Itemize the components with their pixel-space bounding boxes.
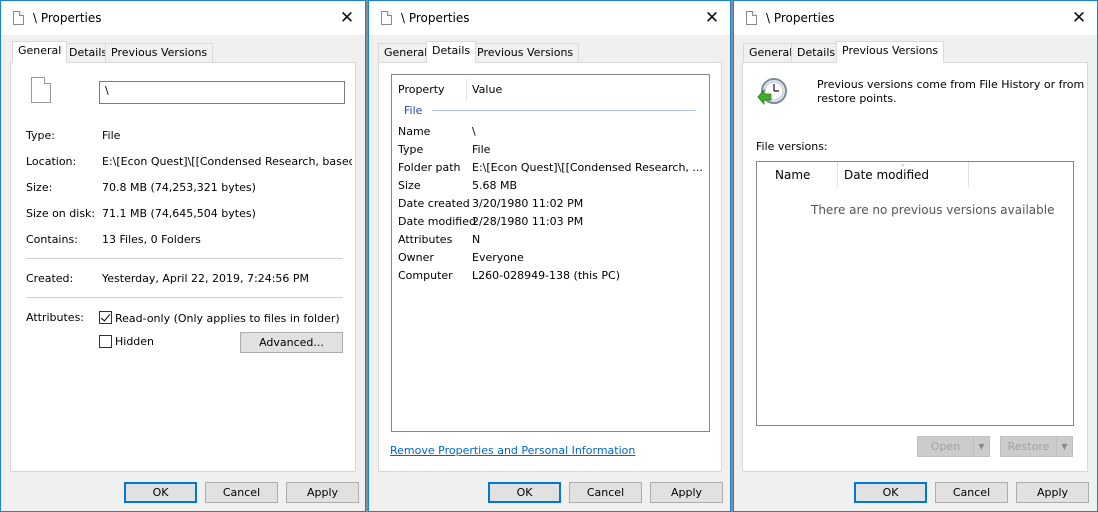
- advanced-button[interactable]: Advanced...: [240, 332, 343, 353]
- properties-dialog-general: \ Properties ✕ General Details Previous …: [0, 0, 366, 512]
- location-label: Location:: [26, 155, 77, 168]
- type-label: Type:: [26, 129, 55, 142]
- tab-previous-versions[interactable]: Previous Versions: [105, 43, 214, 63]
- file-versions-list[interactable]: Name Date modified ⌄ There are no previo…: [756, 160, 1074, 426]
- detail-value: 3/20/1980 11:02 PM: [472, 197, 584, 210]
- detail-label: Date created: [398, 197, 470, 210]
- size-on-disk-label: Size on disk:: [26, 207, 96, 220]
- chevron-down-icon[interactable]: ▼: [973, 437, 989, 456]
- file-large-icon: [31, 77, 51, 103]
- column-divider: [466, 79, 467, 101]
- contains-value: 13 Files, 0 Folders: [102, 233, 201, 246]
- column-divider: [968, 162, 969, 187]
- divider: [26, 297, 343, 298]
- open-button[interactable]: Open ▼: [917, 436, 990, 457]
- general-panel: \ Type: File Location: E:\[Econ Quest]\[…: [10, 62, 356, 472]
- created-value: Yesterday, April 22, 2019, 7:24:56 PM: [102, 272, 310, 285]
- title-bar[interactable]: \ Properties ✕: [369, 1, 730, 35]
- detail-label: Folder path: [398, 161, 461, 174]
- size-on-disk-value: 71.1 MB (74,645,504 bytes): [102, 207, 256, 220]
- attributes-label: Attributes:: [26, 311, 85, 324]
- detail-value: File: [472, 143, 491, 156]
- empty-state-text: There are no previous versions available: [811, 203, 1055, 217]
- detail-label: Owner: [398, 251, 434, 264]
- group-header-file: File: [404, 104, 423, 117]
- close-icon[interactable]: ✕: [333, 5, 361, 31]
- contains-label: Contains:: [26, 233, 78, 246]
- info-text-line1: Previous versions come from File History…: [817, 78, 1085, 91]
- detail-value: 2/28/1980 11:03 PM: [472, 215, 584, 228]
- restore-clock-icon: [757, 78, 787, 106]
- file-icon: [746, 11, 757, 25]
- group-divider: [432, 110, 696, 111]
- apply-button[interactable]: Apply: [650, 482, 723, 503]
- tab-previous-versions[interactable]: Previous Versions: [471, 43, 580, 63]
- chevron-down-icon[interactable]: ▼: [1056, 437, 1072, 456]
- tab-details[interactable]: Details: [426, 41, 477, 63]
- open-button-label: Open: [930, 440, 961, 453]
- detail-label: Name: [398, 125, 431, 138]
- size-label: Size:: [26, 181, 53, 194]
- cancel-button[interactable]: Cancel: [935, 482, 1008, 503]
- readonly-label: Read-only (Only applies to files in fold…: [115, 312, 340, 325]
- restore-button[interactable]: Restore ▼: [1000, 436, 1073, 457]
- detail-value: N: [472, 233, 481, 246]
- properties-list[interactable]: Property Value File Name \ Type File Fol…: [391, 74, 710, 432]
- cancel-button[interactable]: Cancel: [205, 482, 278, 503]
- info-text-line2: restore points.: [817, 92, 897, 105]
- detail-label: Type: [398, 143, 424, 156]
- ok-button[interactable]: OK: [124, 482, 197, 503]
- previous-versions-panel: Previous versions come from File History…: [742, 62, 1088, 472]
- close-icon[interactable]: ✕: [1065, 5, 1093, 31]
- title-bar[interactable]: \ Properties ✕: [1, 1, 365, 35]
- hidden-label: Hidden: [115, 335, 155, 348]
- sort-chevron-icon: ⌄: [900, 160, 906, 168]
- details-panel: Property Value File Name \ Type File Fol…: [378, 62, 722, 472]
- detail-value: 5.68 MB: [472, 179, 518, 192]
- window-title: \ Properties: [401, 11, 470, 25]
- tab-general[interactable]: General: [12, 41, 68, 63]
- detail-value: E:\[Econ Quest]\[[Condensed Research, ..…: [472, 161, 703, 174]
- divider: [26, 258, 343, 259]
- column-header-date-modified[interactable]: Date modified: [844, 168, 929, 182]
- column-divider: [837, 162, 838, 187]
- detail-label: Date modified: [398, 215, 476, 228]
- remove-properties-link[interactable]: Remove Properties and Personal Informati…: [390, 444, 635, 457]
- properties-dialog-details: \ Properties ✕ General Details Previous …: [368, 0, 731, 512]
- detail-value: L260-028949-138 (this PC): [472, 269, 621, 282]
- size-value: 70.8 MB (74,253,321 bytes): [102, 181, 256, 194]
- created-label: Created:: [26, 272, 74, 285]
- readonly-checkbox[interactable]: [99, 311, 112, 324]
- apply-button[interactable]: Apply: [1016, 482, 1089, 503]
- title-bar[interactable]: \ Properties ✕: [734, 1, 1097, 35]
- tab-details[interactable]: Details: [791, 43, 842, 63]
- file-icon: [381, 11, 392, 25]
- column-header-property[interactable]: Property: [398, 83, 445, 96]
- file-icon: [13, 11, 24, 25]
- tab-previous-versions[interactable]: Previous Versions: [836, 41, 945, 63]
- properties-dialog-previous-versions: \ Properties ✕ General Details Previous …: [733, 0, 1098, 512]
- hidden-checkbox[interactable]: [99, 335, 112, 348]
- type-value: File: [102, 129, 121, 142]
- location-value: E:\[Econ Quest]\[[Condensed Research, ba…: [102, 155, 352, 168]
- detail-value: \: [472, 125, 476, 138]
- detail-value: Everyone: [472, 251, 524, 264]
- detail-label: Computer: [398, 269, 453, 282]
- restore-button-label: Restore: [1007, 440, 1050, 453]
- column-header-name[interactable]: Name: [775, 168, 810, 182]
- detail-label: Attributes: [398, 233, 453, 246]
- ok-button[interactable]: OK: [854, 482, 927, 503]
- apply-button[interactable]: Apply: [286, 482, 359, 503]
- window-title: \ Properties: [33, 11, 102, 25]
- cancel-button[interactable]: Cancel: [569, 482, 642, 503]
- detail-label: Size: [398, 179, 421, 192]
- name-input[interactable]: \: [99, 81, 345, 104]
- close-icon[interactable]: ✕: [698, 5, 726, 31]
- column-header-value[interactable]: Value: [472, 83, 502, 96]
- ok-button[interactable]: OK: [488, 482, 561, 503]
- file-versions-label: File versions:: [756, 140, 828, 153]
- window-title: \ Properties: [766, 11, 835, 25]
